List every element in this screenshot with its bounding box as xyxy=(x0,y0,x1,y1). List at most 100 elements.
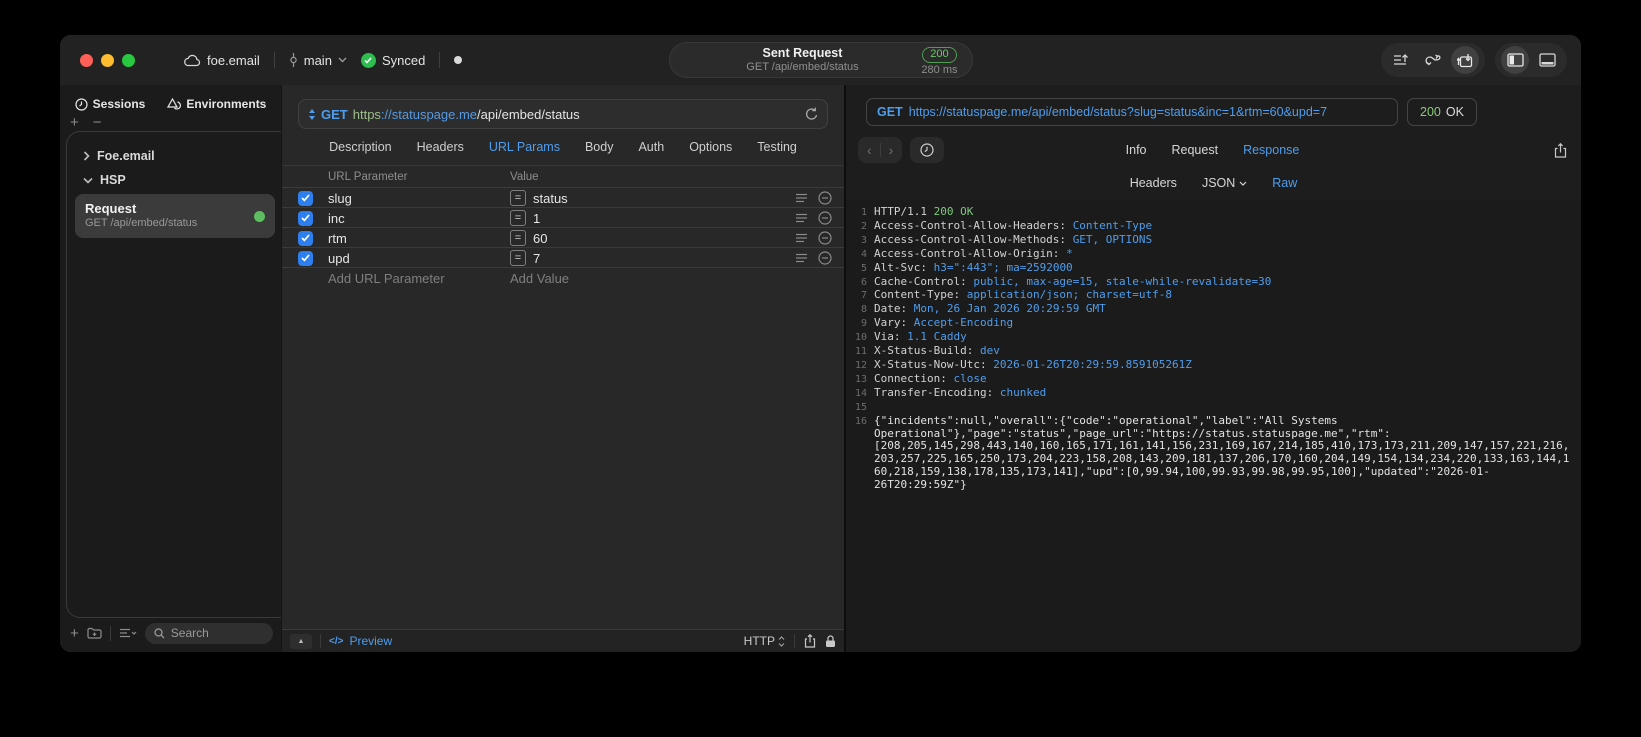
equals-operator-icon[interactable]: = xyxy=(510,230,526,246)
chevron-down-icon xyxy=(83,177,93,184)
remove-session-button[interactable]: − xyxy=(93,114,102,131)
add-request-button[interactable]: + xyxy=(70,625,79,642)
search-placeholder: Search xyxy=(170,626,209,640)
minimize-window-button[interactable] xyxy=(101,53,114,67)
zoom-window-button[interactable] xyxy=(122,53,135,67)
param-row-rtm: rtm = 60 xyxy=(282,228,844,248)
tab-testing[interactable]: Testing xyxy=(757,140,797,154)
collapse-panel-button[interactable]: ▲ xyxy=(290,633,312,649)
drag-handle-icon[interactable] xyxy=(795,213,808,223)
param-checkbox[interactable] xyxy=(297,250,313,266)
branch-selector[interactable]: main xyxy=(289,53,347,68)
divider xyxy=(439,52,441,68)
response-header-line: 2 Access-Control-Allow-Headers: Content-T… xyxy=(846,219,1581,234)
response-header-line: 13 Connection: close xyxy=(846,372,1581,387)
remove-param-button[interactable] xyxy=(818,191,832,205)
add-session-button[interactable]: + xyxy=(70,114,79,131)
response-subtab-headers[interactable]: Headers xyxy=(1130,176,1177,190)
param-name-field[interactable]: inc xyxy=(328,211,510,226)
equals-operator-icon[interactable]: = xyxy=(510,190,526,206)
method-select-icon[interactable] xyxy=(308,108,316,120)
sort-options-button[interactable] xyxy=(119,628,137,638)
line-number: 10 xyxy=(854,332,867,344)
merge-icon xyxy=(1424,53,1442,68)
response-tab-request[interactable]: Request xyxy=(1172,143,1219,157)
drag-handle-icon[interactable] xyxy=(795,193,808,203)
column-header-url-parameter: URL Parameter xyxy=(328,171,408,183)
merge-button[interactable] xyxy=(1419,46,1447,74)
nav-forward-button[interactable]: › xyxy=(889,142,894,158)
tab-auth[interactable]: Auth xyxy=(638,140,664,154)
param-name-field[interactable]: slug xyxy=(328,191,510,206)
param-value-field[interactable]: 1 xyxy=(533,211,540,226)
request-method[interactable]: GET xyxy=(321,107,348,122)
lock-icon[interactable] xyxy=(825,634,836,648)
remove-param-button[interactable] xyxy=(818,211,832,225)
tree-item-foe-email[interactable]: Foe.email xyxy=(67,144,281,168)
tab-description[interactable]: Description xyxy=(329,140,392,154)
response-url-display[interactable]: GET https://statuspage.me/api/embed/stat… xyxy=(866,98,1398,126)
export-response-button[interactable] xyxy=(1554,142,1567,158)
line-number: 11 xyxy=(854,346,867,358)
response-controls: ‹ › Info Request Response xyxy=(858,137,1567,163)
equals-operator-icon[interactable]: = xyxy=(510,210,526,226)
param-checkbox[interactable] xyxy=(297,210,313,226)
new-folder-button[interactable] xyxy=(87,627,102,639)
tab-headers[interactable]: Headers xyxy=(417,140,464,154)
tab-environments[interactable]: Environments xyxy=(167,97,266,111)
tab-environments-label: Environments xyxy=(186,97,267,111)
remove-param-button[interactable] xyxy=(818,231,832,245)
param-checkbox[interactable] xyxy=(297,230,313,246)
drag-handle-icon[interactable] xyxy=(795,233,808,243)
bottom-panel-layout-icon xyxy=(1538,53,1556,67)
remove-param-button[interactable] xyxy=(818,251,832,265)
param-checkbox[interactable] xyxy=(297,190,313,206)
add-url-parameter-field[interactable]: Add URL Parameter xyxy=(328,271,510,286)
tree-item-hsp[interactable]: HSP xyxy=(67,168,281,192)
response-tab-info[interactable]: Info xyxy=(1126,143,1147,157)
response-panel: GET https://statuspage.me/api/embed/stat… xyxy=(844,85,1581,652)
import-export-button[interactable] xyxy=(1387,46,1415,74)
response-status-line: 1 HTTP/1.1 200 OK xyxy=(846,205,1581,220)
code-icon: </> xyxy=(329,635,344,647)
response-header-line: 3 Access-Control-Allow-Methods: GET, OPTI… xyxy=(846,233,1581,248)
request-response-toggle-button[interactable] xyxy=(1451,46,1479,74)
toggle-left-sidebar-button[interactable] xyxy=(1501,46,1529,74)
close-window-button[interactable] xyxy=(80,53,93,67)
workspace-menu[interactable]: foe.email xyxy=(183,53,260,68)
tab-sessions[interactable]: Sessions xyxy=(75,97,145,111)
add-value-field[interactable]: Add Value xyxy=(510,271,788,286)
equals-operator-icon[interactable]: = xyxy=(510,250,526,266)
preview-button[interactable]: </> Preview xyxy=(329,634,392,648)
param-value-field[interactable]: status xyxy=(533,191,568,206)
request-url-bar[interactable]: GET https://statuspage.me/api/embed/stat… xyxy=(298,99,828,129)
sidebar-left-layout-icon xyxy=(1506,53,1524,67)
response-subtab-json[interactable]: JSON xyxy=(1202,176,1247,190)
tab-url-params[interactable]: URL Params xyxy=(489,140,560,154)
resend-request-button[interactable] xyxy=(805,107,818,121)
sent-request-pill[interactable]: Sent Request GET /api/embed/status 200 2… xyxy=(668,42,973,78)
protocol-selector[interactable]: HTTP xyxy=(744,634,785,648)
tab-options[interactable]: Options xyxy=(689,140,732,154)
response-tab-response[interactable]: Response xyxy=(1243,143,1299,157)
nav-back-button[interactable]: ‹ xyxy=(867,142,872,158)
sidebar-search-input[interactable]: Search xyxy=(144,622,273,644)
drag-handle-icon[interactable] xyxy=(795,253,808,263)
history-clock-icon xyxy=(920,143,934,157)
response-subtab-raw[interactable]: Raw xyxy=(1272,176,1297,190)
share-button[interactable] xyxy=(804,634,816,648)
response-url: https://statuspage.me/api/embed/status?s… xyxy=(908,105,1328,119)
add-param-row: Add URL Parameter Add Value xyxy=(282,268,844,288)
toggle-bottom-panel-button[interactable] xyxy=(1533,46,1561,74)
request-url-input[interactable]: https://statuspage.me/api/embed/status xyxy=(353,107,800,122)
request-list-item[interactable]: Request GET /api/embed/status xyxy=(75,194,275,238)
response-body[interactable]: 1 HTTP/1.1 200 OK 2 Access-Control-Allow-He… xyxy=(846,200,1581,652)
param-value-field[interactable]: 7 xyxy=(533,251,540,266)
column-header-value: Value xyxy=(510,171,539,183)
param-value-field[interactable]: 60 xyxy=(533,231,547,246)
param-name-field[interactable]: upd xyxy=(328,251,510,266)
sync-status[interactable]: Synced xyxy=(360,52,425,68)
tab-body[interactable]: Body xyxy=(585,140,614,154)
history-button[interactable] xyxy=(910,137,945,163)
param-name-field[interactable]: rtm xyxy=(328,231,510,246)
